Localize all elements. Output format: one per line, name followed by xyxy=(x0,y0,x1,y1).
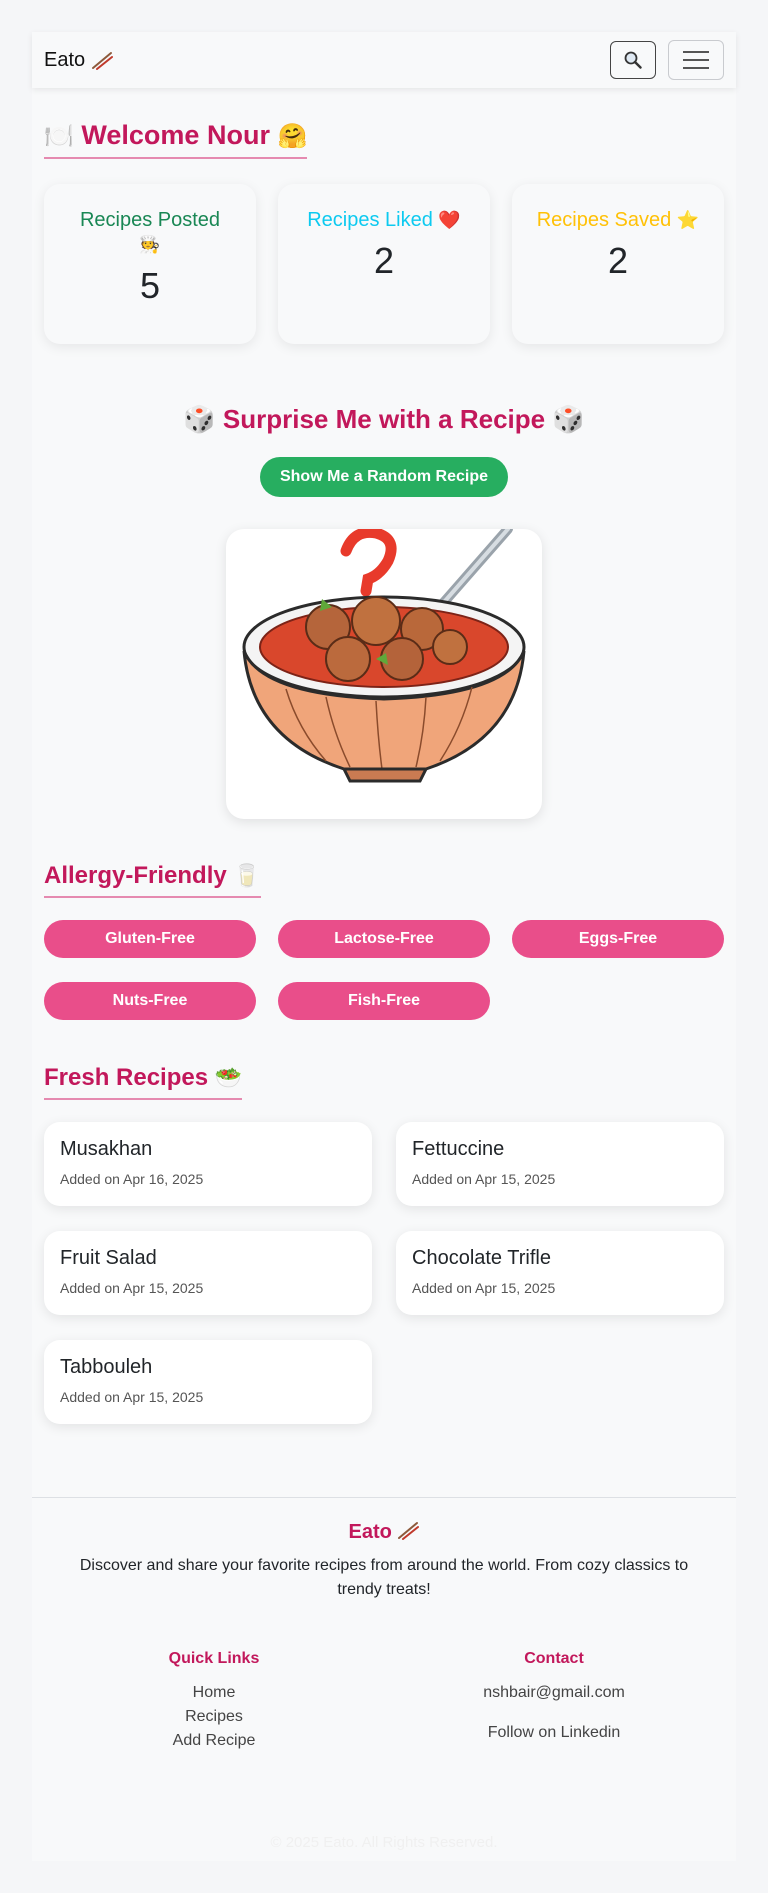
stat-card-saved: Recipes Saved ⭐ 2 xyxy=(512,184,724,344)
recipe-name[interactable]: Fettuccine xyxy=(412,1138,708,1161)
meatball-soup-image xyxy=(242,529,526,783)
navbar-brand[interactable]: Eato xyxy=(44,49,114,72)
stat-posted-value: 5 xyxy=(139,265,161,306)
tag-lactose-free[interactable]: Lactose-Free xyxy=(278,920,490,958)
footer-description: Discover and share your favorite recipes… xyxy=(79,1557,689,1598)
recipe-date: Added on Apr 15, 2025 xyxy=(60,1280,204,1296)
recipe-date: Added on Apr 15, 2025 xyxy=(412,1280,556,1296)
footer-brand-name: Eato xyxy=(348,1521,392,1543)
recipe-card[interactable]: Chocolate Trifle Added on Apr 15, 2025 xyxy=(396,1231,724,1315)
recipe-name[interactable]: Tabbouleh xyxy=(60,1356,356,1379)
heart-icon: ❤️ xyxy=(438,210,461,230)
plate-icon: 🍽️ xyxy=(44,123,74,150)
footer-link-add-recipe[interactable]: Add Recipe xyxy=(94,1732,334,1750)
chef-icon: 🧑‍🍳 xyxy=(139,235,161,254)
stat-saved-label: Recipes Saved xyxy=(536,209,672,231)
tag-gluten-free[interactable]: Gluten-Free xyxy=(44,920,256,958)
fresh-heading: Fresh Recipes 🥗 xyxy=(44,1064,243,1100)
recipe-date: Added on Apr 15, 2025 xyxy=(60,1389,204,1405)
recipe-name[interactable]: Chocolate Trifle xyxy=(412,1247,708,1270)
allergy-heading: Allergy-Friendly 🥛 xyxy=(44,862,261,898)
salad-icon: 🥗 xyxy=(214,1065,243,1090)
stat-saved-value: 2 xyxy=(607,240,629,281)
stat-card-posted: Recipes Posted 🧑‍🍳 5 xyxy=(44,184,256,344)
recipe-card[interactable]: Musakhan Added on Apr 16, 2025 xyxy=(44,1122,372,1206)
recipe-date: Added on Apr 15, 2025 xyxy=(412,1171,556,1187)
stat-label: Recipes Liked ❤️ xyxy=(278,208,490,232)
tag-nuts-free[interactable]: Nuts-Free xyxy=(44,982,256,1020)
hamburger-icon xyxy=(683,51,709,53)
recipe-name[interactable]: Fruit Salad xyxy=(60,1247,356,1270)
recipe-date: Added on Apr 16, 2025 xyxy=(60,1171,204,1187)
page: Eato 🍽️ Welcome Nour 🤗 xyxy=(32,32,736,1861)
footer-link-recipes[interactable]: Recipes xyxy=(94,1708,334,1726)
recipe-name[interactable]: Musakhan xyxy=(60,1138,356,1161)
chopsticks-icon xyxy=(92,52,114,70)
stat-liked-label: Recipes Liked xyxy=(307,209,433,231)
contact-email-link[interactable]: nshbair@gmail.com xyxy=(434,1684,674,1702)
welcome-title: Welcome Nour xyxy=(81,120,270,150)
footer-brand: Eato xyxy=(32,1520,736,1544)
stat-posted-label: Recipes Posted xyxy=(79,209,221,231)
linkedin-link[interactable]: Follow on Linkedin xyxy=(434,1724,674,1742)
brand-name[interactable]: Eato xyxy=(44,49,85,72)
stat-card-liked: Recipes Liked ❤️ 2 xyxy=(278,184,490,344)
stat-label: Recipes Saved ⭐ xyxy=(512,208,724,232)
copyright: © 2025 Eato. All Rights Reserved. xyxy=(270,1834,498,1851)
milk-icon: 🥛 xyxy=(233,863,261,888)
quick-links-title: Quick Links xyxy=(168,1650,260,1667)
allergy-title: Allergy-Friendly xyxy=(44,862,227,889)
recipe-card[interactable]: Fettuccine Added on Apr 15, 2025 xyxy=(396,1122,724,1206)
search-button[interactable] xyxy=(610,41,656,79)
hugging-face-icon: 🤗 xyxy=(277,123,308,150)
contact-title: Contact xyxy=(524,1650,584,1667)
search-icon xyxy=(624,51,642,69)
random-recipe-button[interactable]: Show Me a Random Recipe xyxy=(260,457,508,497)
recipe-card[interactable]: Tabbouleh Added on Apr 15, 2025 xyxy=(44,1340,372,1424)
hamburger-line xyxy=(683,67,709,69)
surprise-title: 🎲 Surprise Me with a Recipe 🎲 xyxy=(183,404,585,434)
stat-label: Recipes Posted 🧑‍🍳 xyxy=(44,208,256,257)
tag-fish-free[interactable]: Fish-Free xyxy=(278,982,490,1020)
navbar: Eato xyxy=(32,32,736,88)
hamburger-line xyxy=(683,59,709,61)
random-recipe-card[interactable] xyxy=(226,529,542,819)
stat-liked-value: 2 xyxy=(373,240,395,281)
chopsticks-icon xyxy=(398,1522,420,1540)
star-icon: ⭐ xyxy=(676,210,700,230)
tag-eggs-free[interactable]: Eggs-Free xyxy=(512,920,724,958)
welcome-heading: 🍽️ Welcome Nour 🤗 xyxy=(44,120,308,159)
fresh-title: Fresh Recipes xyxy=(44,1064,209,1091)
footer-link-home[interactable]: Home xyxy=(94,1684,334,1702)
recipe-card[interactable]: Fruit Salad Added on Apr 15, 2025 xyxy=(44,1231,372,1315)
footer: Eato Discover and share your favorite re… xyxy=(32,1497,736,1861)
menu-toggle-button[interactable] xyxy=(668,40,724,80)
